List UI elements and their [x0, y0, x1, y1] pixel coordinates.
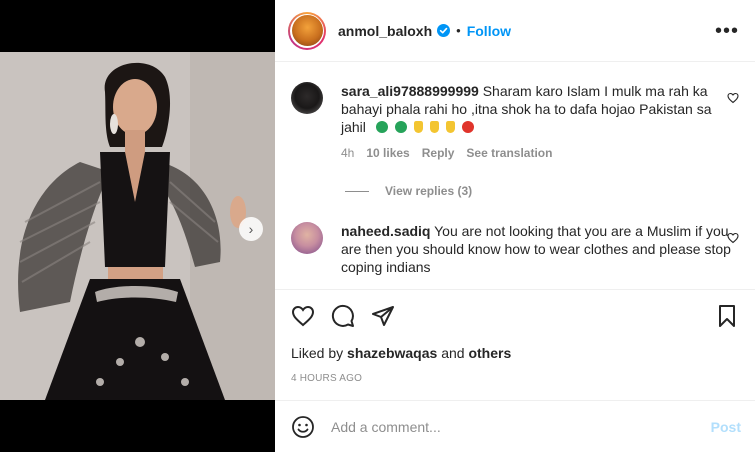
comment-time[interactable]: 4h [341, 144, 354, 162]
middle-finger-emoji-icon [445, 121, 455, 133]
post-comment-button[interactable]: Post [711, 419, 741, 435]
action-bar [291, 304, 739, 328]
post-actions: Liked by shazebwaqas and others 4 HOURS … [275, 289, 755, 384]
see-translation-button[interactable]: See translation [466, 144, 552, 162]
like-heart-icon[interactable] [291, 304, 315, 328]
post-photo[interactable]: › [0, 52, 275, 400]
comment-text-block: sara_ali97888999999 Sharam karo Islam I … [341, 82, 731, 136]
liked-by-prefix: Liked by [291, 345, 344, 361]
view-replies-button[interactable]: View replies (3) [345, 184, 739, 198]
reply-button[interactable]: Reply [422, 144, 455, 162]
nauseated-face-emoji-icon [394, 121, 407, 133]
view-replies-line [345, 190, 369, 192]
verified-badge-icon [437, 24, 451, 37]
like-comment-heart-icon[interactable] [727, 92, 739, 104]
media-pane: › [0, 0, 275, 452]
nauseated-face-emoji-icon [375, 121, 388, 133]
comment-username[interactable]: naheed.sadiq [341, 223, 430, 239]
share-paper-plane-icon[interactable] [371, 304, 395, 328]
carousel-next-button[interactable]: › [239, 217, 263, 241]
comments-list[interactable]: sara_ali97888999999 Sharam karo Islam I … [275, 62, 755, 289]
post-header: anmol_baloxh • Follow ••• [275, 0, 755, 62]
angry-face-emoji-icon [461, 121, 474, 133]
header-separator: • [456, 23, 461, 38]
comment-username[interactable]: sara_ali97888999999 [341, 83, 479, 99]
comment-item: sara_ali97888999999 Sharam karo Islam I … [291, 82, 739, 162]
author-avatar[interactable] [288, 11, 326, 50]
commenter-avatar[interactable] [291, 222, 323, 254]
add-comment-bar: Post [275, 400, 755, 452]
commenter-avatar[interactable] [291, 82, 323, 114]
liked-by-text: Liked by shazebwaqas and others [291, 345, 739, 361]
liked-by-and: and [441, 345, 465, 361]
follow-button[interactable]: Follow [467, 23, 511, 39]
woman-photo-illustration [0, 52, 275, 400]
view-replies-label: View replies (3) [385, 184, 473, 198]
comment-item: naheed.sadiq You are not looking that yo… [291, 222, 739, 276]
like-comment-heart-icon[interactable] [727, 232, 739, 244]
author-username[interactable]: anmol_baloxh [338, 23, 432, 39]
middle-finger-emoji-icon [429, 121, 439, 133]
liked-by-others[interactable]: others [468, 345, 511, 361]
post-details-panel: anmol_baloxh • Follow ••• sara_ali978889… [275, 0, 755, 452]
save-bookmark-icon[interactable] [715, 304, 739, 328]
post-timestamp[interactable]: 4 HOURS AGO [291, 373, 739, 384]
comment-likes[interactable]: 10 likes [366, 144, 409, 162]
emoji-smiley-icon[interactable] [291, 415, 315, 439]
comment-bubble-icon[interactable] [331, 304, 355, 328]
liked-by-user[interactable]: shazebwaqas [347, 345, 437, 361]
add-comment-input[interactable] [331, 418, 711, 435]
comment-emojis [370, 119, 481, 135]
more-options-icon[interactable]: ••• [715, 21, 739, 41]
comment-meta: 4h 10 likes Reply See translation [341, 144, 731, 162]
comment-text-block: naheed.sadiq You are not looking that yo… [341, 222, 731, 276]
instagram-post-modal: › anmol_baloxh • Follow ••• sara_ali9788… [0, 0, 755, 452]
middle-finger-emoji-icon [413, 121, 423, 133]
